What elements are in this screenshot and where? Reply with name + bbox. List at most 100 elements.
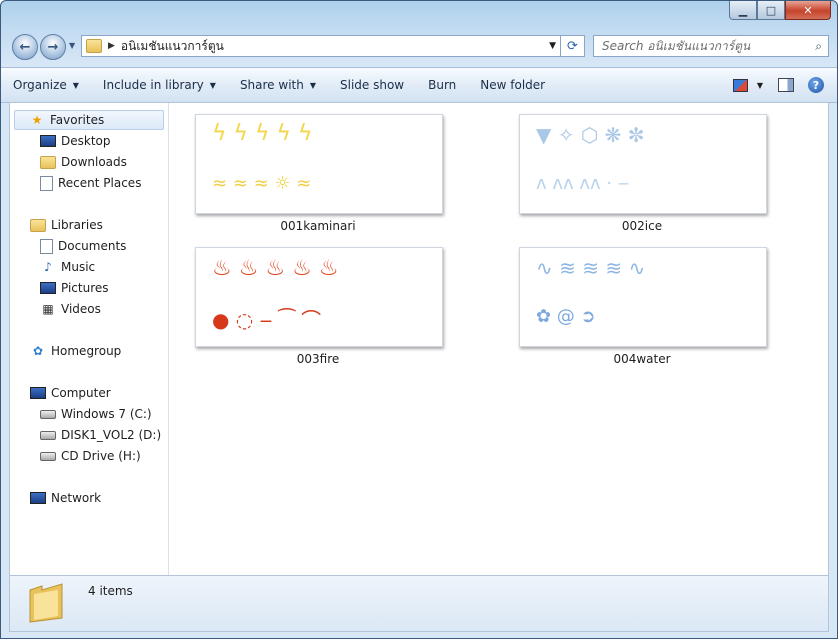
nav-documents[interactable]: Documents: [40, 236, 126, 256]
folder-name: 002ice: [621, 219, 663, 233]
address-history-dropdown[interactable]: ▼: [549, 41, 556, 51]
nav-downloads-label: Downloads: [61, 155, 127, 169]
navigation-pane: ★ Favorites Desktop Downloads Recent Plac…: [10, 103, 169, 575]
cd-drive-icon: [40, 451, 56, 461]
search-box[interactable]: ⌕: [593, 35, 829, 57]
search-input[interactable]: [600, 38, 804, 54]
preview-pane-icon: [778, 78, 794, 92]
nav-network-label: Network: [51, 491, 102, 505]
documents-icon: [40, 238, 53, 254]
nav-pictures-label: Pictures: [61, 281, 109, 295]
details-pane: 4 items: [9, 576, 829, 632]
breadcrumb-chevron-icon[interactable]: ▶: [108, 41, 115, 51]
help-button[interactable]: ?: [805, 74, 827, 96]
nav-windows7-label: Windows 7 (C:): [61, 407, 152, 421]
nav-pictures[interactable]: Pictures: [40, 278, 109, 298]
nav-desktop-label: Desktop: [61, 134, 111, 148]
nav-downloads[interactable]: Downloads: [40, 152, 127, 172]
nav-computer[interactable]: Computer: [30, 383, 111, 403]
close-button[interactable]: ✕: [785, 1, 831, 20]
forward-button[interactable]: →: [40, 34, 66, 60]
ice-crystal-thumbnail-icon: ʌ ʌʌ ʌʌ · ‒: [536, 173, 630, 194]
arrow-right-icon: →: [47, 39, 59, 55]
folder-name: 004water: [613, 352, 671, 366]
share-with-button[interactable]: Share with ▼: [228, 73, 328, 97]
refresh-icon: ⟳: [567, 38, 578, 54]
nav-network[interactable]: Network: [30, 488, 101, 508]
change-view-button[interactable]: [729, 74, 751, 96]
hard-drive-icon: [40, 430, 56, 440]
arrow-left-icon: ←: [19, 39, 31, 55]
film-icon: ▦: [42, 302, 54, 316]
nav-libraries[interactable]: Libraries: [30, 215, 103, 235]
share-with-label: Share with: [239, 78, 304, 92]
view-options-dropdown[interactable]: ▼: [753, 74, 767, 96]
address-bar[interactable]: ▶ อนิเมชันแนวการ์ตูน ▼: [81, 35, 561, 57]
recent-places-icon: [40, 175, 53, 191]
fire-ring-thumbnail-icon: ● ◌ ‒ ⁀ ⌒: [212, 308, 322, 332]
nav-videos[interactable]: ▦ Videos: [40, 299, 101, 319]
organize-label: Organize: [13, 78, 67, 92]
folder-name: 001kaminari: [280, 219, 356, 233]
nav-recent-places[interactable]: Recent Places: [40, 173, 141, 193]
pictures-icon: [40, 282, 56, 294]
slide-show-button[interactable]: Slide show: [328, 73, 416, 97]
spark-thumbnail-icon: ≈ ≈ ≈ ☼ ≈: [212, 173, 312, 194]
libraries-icon: [30, 218, 46, 232]
folder-thumbnail: ♨ ♨ ♨ ♨ ♨ ● ◌ ‒ ⁀ ⌒: [195, 247, 443, 347]
nav-documents-label: Documents: [58, 239, 127, 253]
nav-music-label: Music: [61, 260, 96, 274]
command-bar: Organize ▼ Include in library ▼ Share with…: [1, 67, 837, 103]
refresh-button[interactable]: ⟳: [561, 35, 585, 57]
nav-cd-drive-label: CD Drive (H:): [61, 449, 141, 463]
nav-computer-label: Computer: [51, 386, 111, 400]
breadcrumb-current[interactable]: อนิเมชันแนวการ์ตูน: [121, 37, 224, 56]
nav-cd-drive[interactable]: CD Drive (H:): [40, 446, 141, 466]
preview-pane-button[interactable]: [775, 74, 797, 96]
lightning-thumbnail-icon: ϟ ϟ ϟ ϟ ϟ: [212, 121, 313, 146]
content-area: ★ Favorites Desktop Downloads Recent Plac…: [9, 102, 829, 576]
views-icon: [732, 78, 748, 92]
new-folder-button[interactable]: New folder: [468, 73, 557, 97]
ice-shard-thumbnail-icon: ▼ ✧ ⬡ ❋ ✼: [536, 123, 645, 147]
nav-homegroup[interactable]: ✿ Homegroup: [30, 341, 121, 361]
nav-homegroup-label: Homegroup: [51, 344, 122, 358]
desktop-icon: [40, 135, 56, 147]
nav-favorites-label: Favorites: [50, 113, 105, 127]
back-button[interactable]: ←: [12, 34, 38, 60]
nav-libraries-label: Libraries: [51, 218, 103, 232]
explorer-window: ▁ □ ✕ ← → ▼ ▶ อนิเมชันแนวการ์ตูน ▼ ⟳ ⌕ O…: [0, 0, 838, 639]
water-swirl-thumbnail-icon: ✿ @ ➲: [536, 306, 596, 327]
folder-icon: [29, 583, 63, 623]
network-icon: [30, 492, 46, 504]
minimize-button[interactable]: ▁: [729, 1, 757, 20]
nav-desktop[interactable]: Desktop: [40, 131, 111, 151]
nav-windows7-drive[interactable]: Windows 7 (C:): [40, 404, 152, 424]
search-icon[interactable]: ⌕: [815, 39, 822, 54]
burn-button[interactable]: Burn: [416, 73, 468, 97]
computer-icon: [30, 387, 46, 399]
folder-thumbnail: ∿ ≋ ≋ ≋ ∿ ✿ @ ➲: [519, 247, 767, 347]
item-count: 4 items: [88, 584, 133, 598]
organize-button[interactable]: Organize ▼: [1, 73, 91, 97]
nav-disk1-label: DISK1_VOL2 (D:): [61, 428, 162, 442]
downloads-folder-icon: [40, 155, 56, 169]
recent-pages-dropdown[interactable]: ▼: [69, 41, 75, 50]
include-in-library-button[interactable]: Include in library ▼: [91, 73, 228, 97]
nav-disk1-drive[interactable]: DISK1_VOL2 (D:): [40, 425, 161, 445]
folder-thumbnail: ϟ ϟ ϟ ϟ ϟ ≈ ≈ ≈ ☼ ≈: [195, 114, 443, 214]
windows-drive-icon: [40, 409, 56, 419]
homegroup-icon: ✿: [32, 344, 44, 358]
water-splash-thumbnail-icon: ∿ ≋ ≋ ≋ ∿: [536, 256, 646, 280]
flame-thumbnail-icon: ♨ ♨ ♨ ♨ ♨: [212, 256, 339, 281]
chevron-down-icon: ▼: [72, 80, 79, 90]
toolbar-right: ▼ ?: [721, 74, 827, 96]
maximize-button[interactable]: □: [757, 1, 785, 20]
nav-music[interactable]: ♪ Music: [40, 257, 95, 277]
nav-favorites[interactable]: ★ Favorites: [14, 110, 164, 130]
star-icon: ★: [31, 113, 43, 127]
file-list: ϟ ϟ ϟ ϟ ϟ ≈ ≈ ≈ ☼ ≈ 001kaminari ▼ ✧ ⬡ ❋ …: [169, 103, 828, 575]
nav-recent-places-label: Recent Places: [58, 176, 142, 190]
chevron-down-icon: ▼: [309, 80, 316, 90]
folder-thumbnail: ▼ ✧ ⬡ ❋ ✼ ʌ ʌʌ ʌʌ · ‒: [519, 114, 767, 214]
